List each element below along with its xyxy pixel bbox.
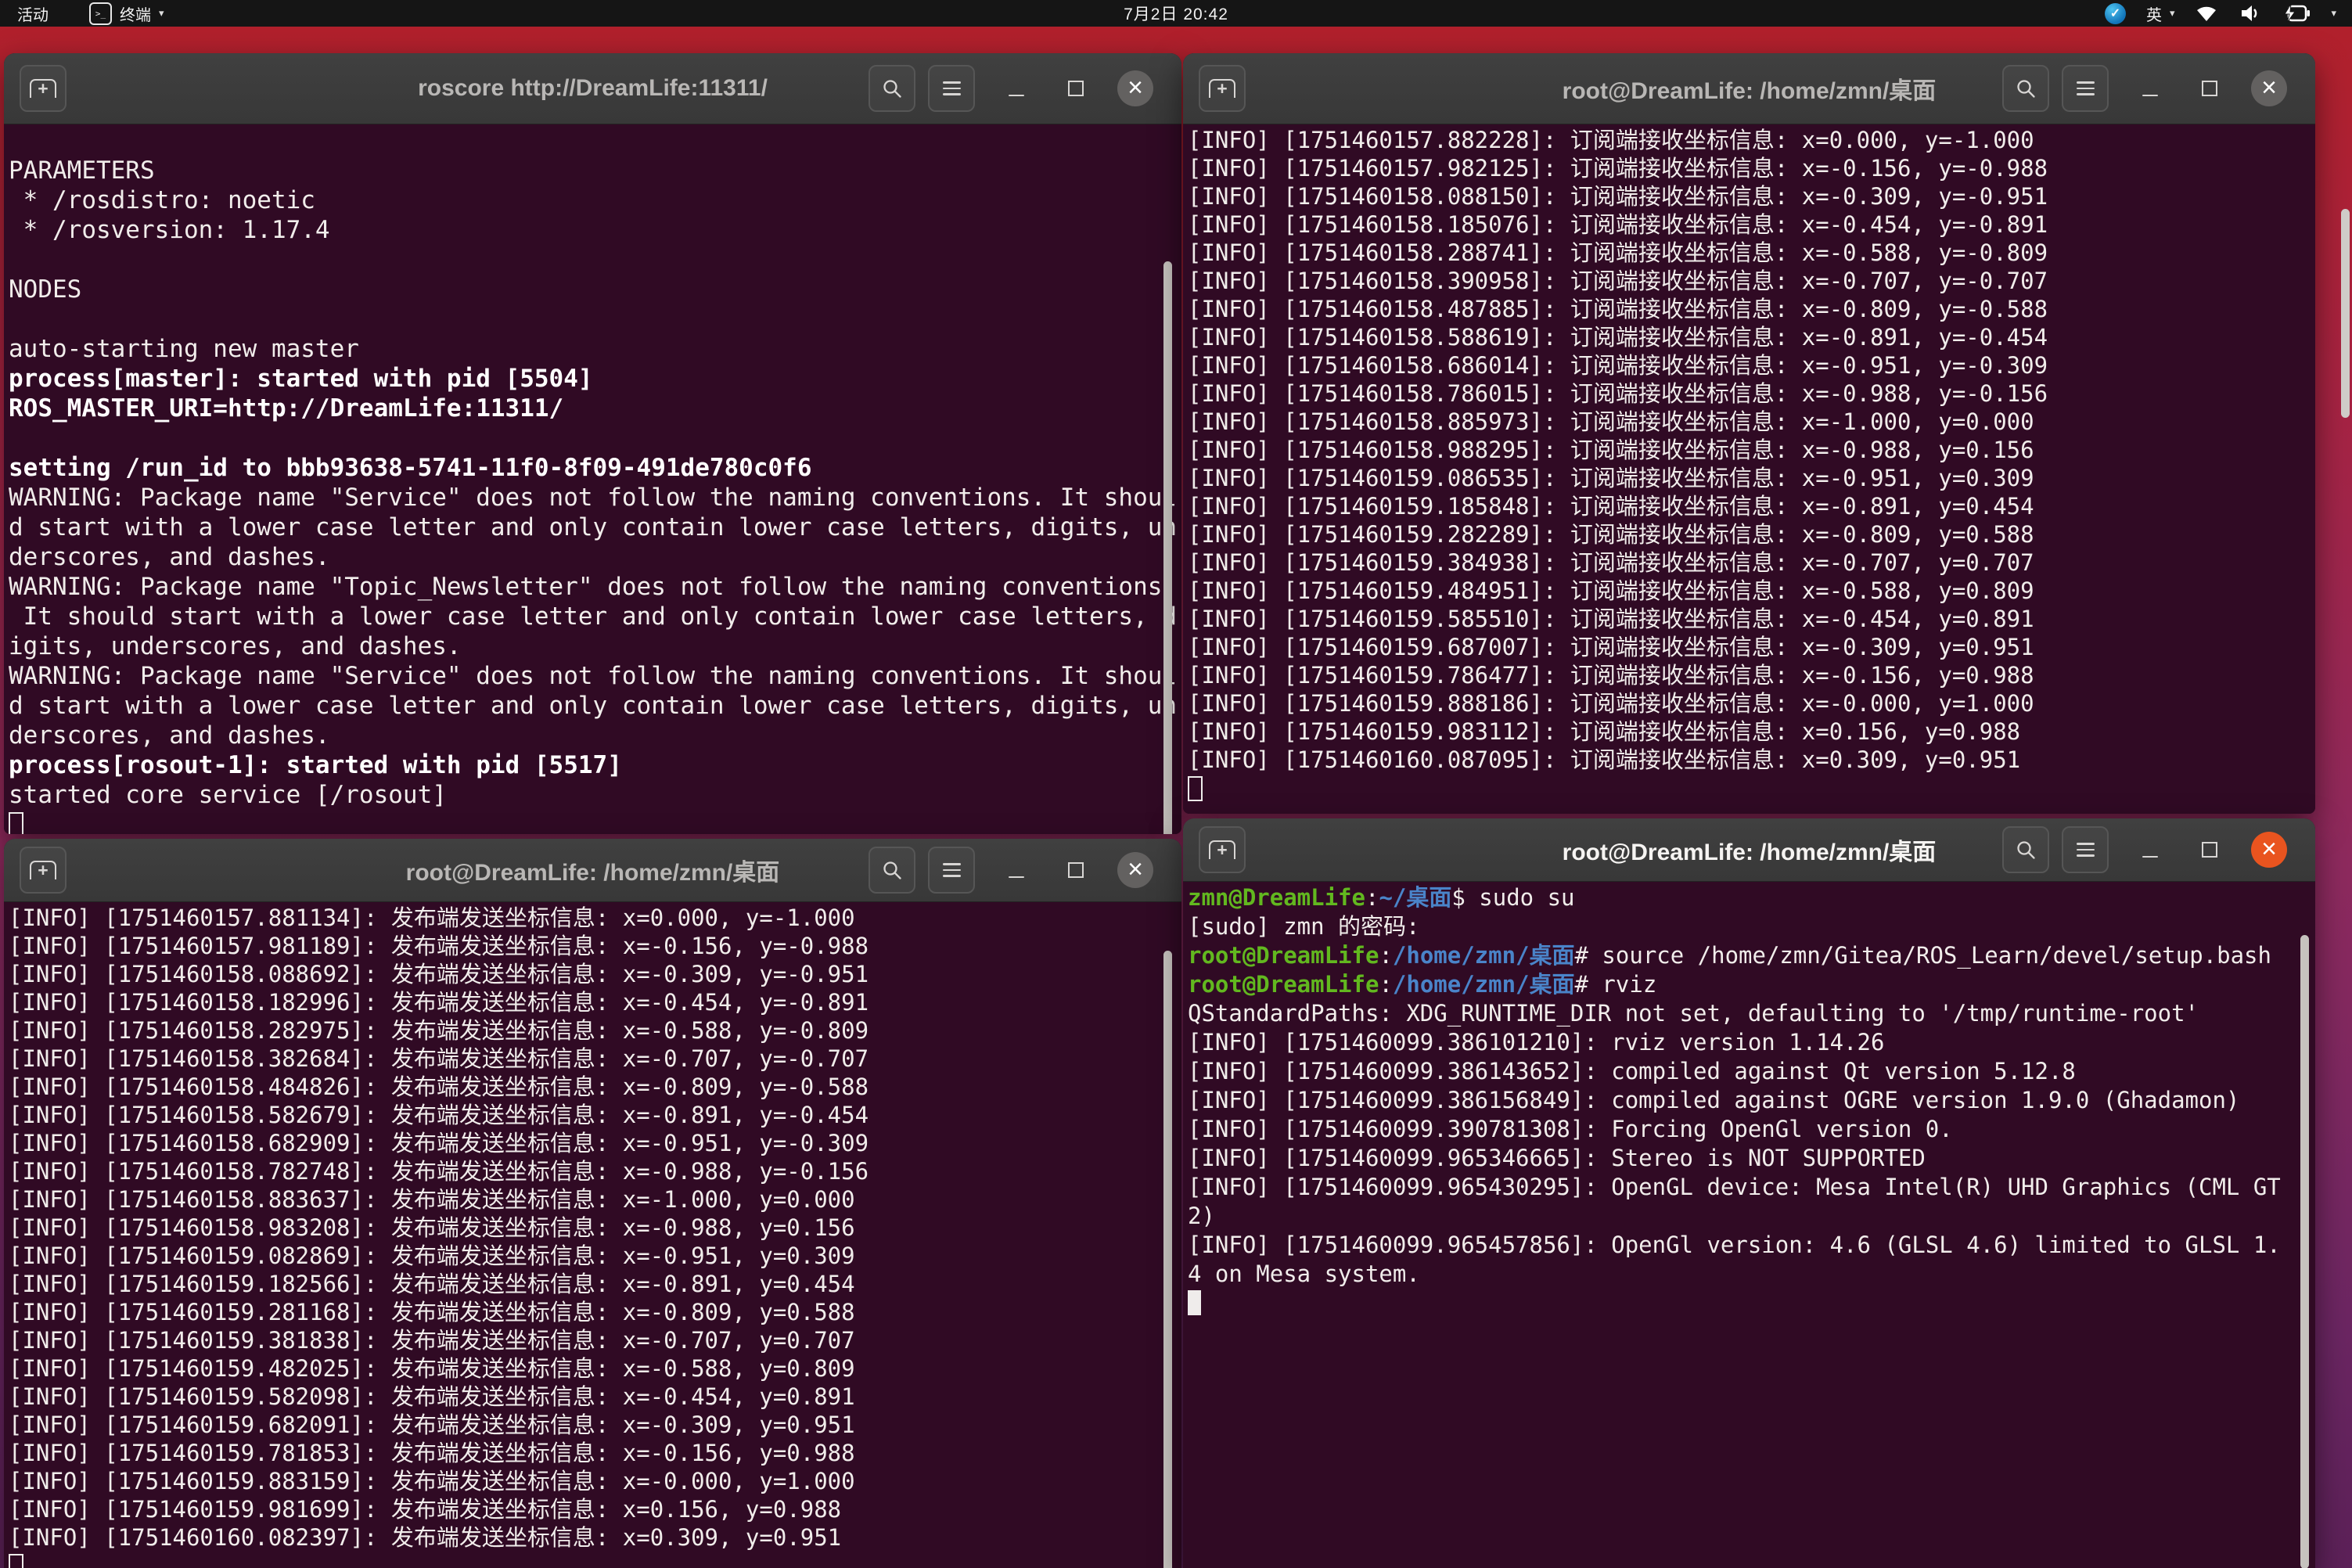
new-tab-icon: +: [1209, 840, 1235, 859]
search-button[interactable]: [869, 65, 915, 112]
menu-button[interactable]: [928, 65, 975, 112]
maximize-icon: [1068, 862, 1084, 878]
terminal-window-subscriber: + root@DreamLife: /home/zmn/桌面 × [INFO] …: [1183, 53, 2315, 814]
wifi-icon[interactable]: [2195, 4, 2218, 23]
titlebar[interactable]: + roscore http://DreamLife:11311/ ×: [4, 53, 1181, 124]
search-icon: [2016, 840, 2037, 861]
focused-app-name: 终端: [120, 2, 151, 25]
minimize-icon: [1009, 95, 1024, 97]
new-tab-button[interactable]: +: [1199, 65, 1246, 112]
maximize-button[interactable]: [1058, 852, 1094, 888]
terminal-body[interactable]: PARAMETERS * /rosdistro: noetic * /rosve…: [4, 124, 1181, 834]
terminal-output: zmn@DreamLife:~/桌面$ sudo su[sudo] zmn 的密…: [1183, 882, 2315, 1318]
hamburger-icon: [943, 81, 961, 95]
minimize-icon: [1009, 876, 1024, 879]
scrollbar[interactable]: [2300, 935, 2309, 1568]
maximize-button[interactable]: [2192, 70, 2228, 106]
minimize-icon: [2142, 856, 2158, 858]
menu-button[interactable]: [928, 847, 975, 894]
new-tab-icon: +: [1209, 79, 1235, 98]
terminal-cursor: [1188, 1290, 1201, 1315]
menu-button[interactable]: [2062, 65, 2109, 112]
terminal-app-icon: >_: [89, 2, 112, 25]
terminal-body[interactable]: [INFO] [1751460157.881134]: 发布端发送坐标信息: x…: [4, 902, 1181, 1568]
new-tab-icon: +: [30, 861, 56, 879]
terminal-body[interactable]: zmn@DreamLife:~/桌面$ sudo su[sudo] zmn 的密…: [1183, 882, 2315, 1568]
search-button[interactable]: [2002, 65, 2049, 112]
minimize-button[interactable]: [998, 70, 1034, 106]
input-method-indicator[interactable]: 英 ▾: [2146, 2, 2175, 25]
maximize-icon: [2202, 842, 2217, 858]
search-icon: [882, 860, 903, 881]
terminal-output: [INFO] [1751460157.882228]: 订阅端接收坐标信息: x…: [1183, 124, 2315, 802]
hamburger-icon: [943, 863, 961, 877]
terminal-output: [INFO] [1751460157.881134]: 发布端发送坐标信息: x…: [4, 902, 1181, 1568]
minimize-icon: [2142, 95, 2158, 97]
focused-app-menu[interactable]: >_ 终端 ▾: [89, 2, 164, 25]
titlebar[interactable]: + root@DreamLife: /home/zmn/桌面 ×: [1183, 53, 2315, 124]
terminal-window-roscore: + roscore http://DreamLife:11311/ × PARA…: [4, 53, 1181, 834]
system-menu-chevron-icon[interactable]: ▾: [2331, 7, 2336, 20]
close-button[interactable]: ×: [1117, 70, 1153, 106]
clock[interactable]: 7月2日 20:42: [1124, 2, 1228, 25]
hamburger-icon: [2077, 81, 2095, 95]
maximize-icon: [2202, 81, 2217, 96]
search-icon: [2016, 78, 2037, 99]
new-tab-button[interactable]: +: [20, 847, 67, 894]
close-button[interactable]: ×: [1117, 852, 1153, 888]
terminal-body[interactable]: [INFO] [1751460157.882228]: 订阅端接收坐标信息: x…: [1183, 124, 2315, 814]
new-tab-button[interactable]: +: [1199, 826, 1246, 873]
close-button[interactable]: ×: [2251, 832, 2287, 868]
terminal-output: PARAMETERS * /rosdistro: noetic * /rosve…: [4, 124, 1181, 834]
minimize-button[interactable]: [2132, 70, 2168, 106]
new-tab-button[interactable]: +: [20, 65, 67, 112]
maximize-button[interactable]: [2192, 832, 2228, 868]
app-indicator-icon[interactable]: ✓: [2105, 3, 2126, 24]
desktop: 活动 >_ 终端 ▾ 7月2日 20:42 ✓ 英 ▾ ▾: [0, 0, 2352, 1568]
chevron-down-icon: ▾: [159, 7, 164, 20]
search-button[interactable]: [2002, 826, 2049, 873]
terminal-cursor: [9, 1554, 23, 1568]
terminal-window-publisher: + root@DreamLife: /home/zmn/桌面 × [INFO] …: [4, 839, 1181, 1568]
minimize-button[interactable]: [2132, 832, 2168, 868]
terminal-cursor: [1188, 776, 1203, 801]
terminal-cursor: [9, 812, 23, 834]
terminal-window-rviz: + root@DreamLife: /home/zmn/桌面 × zmn@Dre…: [1183, 818, 2315, 1568]
scrollbar[interactable]: [1163, 261, 1172, 834]
top-bar: 活动 >_ 终端 ▾ 7月2日 20:42 ✓ 英 ▾ ▾: [0, 0, 2352, 27]
menu-button[interactable]: [2062, 826, 2109, 873]
maximize-icon: [1068, 81, 1084, 96]
scrollbar[interactable]: [1163, 951, 1172, 1568]
close-button[interactable]: ×: [2251, 70, 2287, 106]
maximize-button[interactable]: [1058, 70, 1094, 106]
titlebar[interactable]: + root@DreamLife: /home/zmn/桌面 ×: [4, 839, 1181, 902]
activities-button[interactable]: 活动: [17, 2, 49, 25]
search-button[interactable]: [869, 847, 915, 894]
battery-charging-icon[interactable]: [2282, 3, 2311, 23]
titlebar[interactable]: + root@DreamLife: /home/zmn/桌面 ×: [1183, 818, 2315, 882]
minimize-button[interactable]: [998, 852, 1034, 888]
chevron-down-icon: ▾: [2170, 7, 2175, 20]
hamburger-icon: [2077, 843, 2095, 857]
new-tab-icon: +: [30, 79, 56, 98]
search-icon: [882, 78, 903, 99]
volume-icon[interactable]: [2239, 3, 2262, 23]
overlay-scrollbar[interactable]: [2341, 209, 2350, 418]
